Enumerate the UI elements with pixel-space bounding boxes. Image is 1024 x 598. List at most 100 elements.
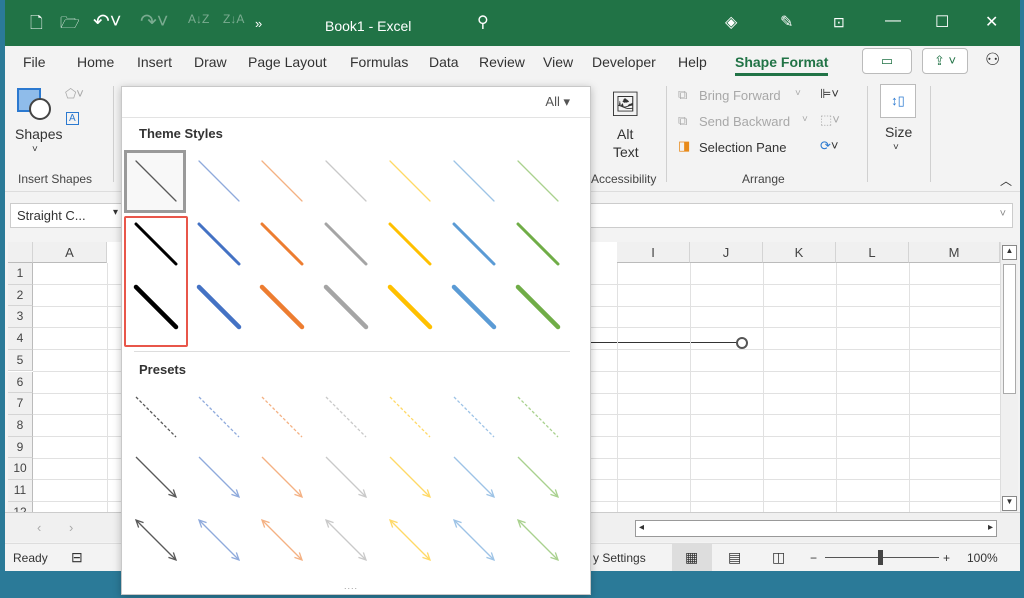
zoom-in-icon[interactable]: + xyxy=(943,551,950,565)
page-layout-view-icon[interactable]: ▤ xyxy=(728,549,741,566)
comments-button[interactable]: ▭ xyxy=(862,48,912,74)
size-button[interactable]: Size xyxy=(885,124,912,140)
new-icon[interactable]: 🗋 xyxy=(30,12,43,39)
accessibility-settings[interactable]: y Settings xyxy=(593,551,646,565)
column-header-j[interactable]: J xyxy=(690,242,763,263)
scroll-left-icon[interactable]: ◂ xyxy=(639,522,644,533)
collapse-ribbon-icon[interactable]: ︿ xyxy=(1000,172,1012,189)
scroll-down-icon[interactable]: ▼ xyxy=(1002,496,1017,511)
shapes-button[interactable]: Shapes xyxy=(15,126,62,142)
tab-draw[interactable]: Draw xyxy=(194,54,227,70)
open-icon[interactable]: 🗁 xyxy=(60,12,80,39)
preset-arrow-4[interactable] xyxy=(316,447,376,509)
row-header-3[interactable]: 3 xyxy=(8,306,33,329)
tab-home[interactable]: Home xyxy=(77,54,114,70)
theme-style-1-6[interactable] xyxy=(444,151,504,213)
more-icon[interactable]: » xyxy=(255,16,262,31)
row-header-12[interactable]: 12 xyxy=(8,501,33,512)
theme-style-2-3[interactable] xyxy=(252,214,312,276)
shape-handle[interactable] xyxy=(736,337,748,349)
row-header-2[interactable]: 2 xyxy=(8,284,33,307)
theme-style-1-5[interactable] xyxy=(380,151,440,213)
normal-view-button[interactable]: ▦ xyxy=(672,544,712,571)
text-box-icon[interactable]: A xyxy=(66,112,79,125)
diamond-icon[interactable]: ◈ xyxy=(725,12,737,32)
column-header-k[interactable]: K xyxy=(763,242,836,263)
coauthor-icon[interactable]: ⚇ xyxy=(985,50,1000,70)
preset-dashed-7[interactable] xyxy=(508,387,568,449)
preset-arrow-2[interactable] xyxy=(189,447,249,509)
vertical-scrollbar[interactable]: ▲ ▼ xyxy=(1000,242,1018,512)
theme-style-2-7[interactable] xyxy=(508,214,568,276)
column-header-i[interactable]: I xyxy=(617,242,690,263)
tab-developer[interactable]: Developer xyxy=(592,54,656,70)
scroll-right-icon[interactable]: ▸ xyxy=(988,522,993,533)
page-break-view-icon[interactable]: ◫ xyxy=(772,549,785,566)
horizontal-scrollbar[interactable]: ◂ ▸ xyxy=(635,520,997,537)
tab-shape-format[interactable]: Shape Format xyxy=(735,54,829,76)
row-header-1[interactable]: 1 xyxy=(8,263,33,285)
gallery-filter-dropdown[interactable]: All ▾ xyxy=(545,94,570,110)
straight-connector-shape[interactable] xyxy=(588,342,740,343)
bring-forward-button[interactable]: Bring Forward xyxy=(699,88,781,103)
macro-record-icon[interactable]: ⊟ xyxy=(71,549,83,566)
sort-az-icon[interactable]: A↓Z xyxy=(188,12,209,26)
preset-dashed-2[interactable] xyxy=(189,387,249,449)
preset-arrow-5[interactable] xyxy=(380,447,440,509)
row-header-4[interactable]: 4 xyxy=(8,328,33,350)
sort-za-icon[interactable]: Z↓A xyxy=(223,12,244,26)
tab-help[interactable]: Help xyxy=(678,54,707,70)
zoom-level[interactable]: 100% xyxy=(967,551,998,565)
expand-formula-icon[interactable]: ˅ xyxy=(1000,208,1006,220)
share-button[interactable]: ⇪ ˅ xyxy=(922,48,968,74)
maximize-icon[interactable]: ☐ xyxy=(935,12,949,32)
preset-dashed-3[interactable] xyxy=(252,387,312,449)
theme-style-2-4[interactable] xyxy=(316,214,376,276)
theme-style-2-2[interactable] xyxy=(189,214,249,276)
zoom-slider-thumb[interactable] xyxy=(878,550,883,565)
tab-review[interactable]: Review xyxy=(479,54,525,70)
preset-arrow-1[interactable] xyxy=(126,447,186,509)
tab-data[interactable]: Data xyxy=(429,54,459,70)
theme-style-2-5[interactable] xyxy=(380,214,440,276)
row-header-6[interactable]: 6 xyxy=(8,371,33,394)
theme-style-3-7[interactable] xyxy=(508,277,568,339)
preset-double-arrow-5[interactable] xyxy=(380,510,440,572)
theme-style-1-2[interactable] xyxy=(189,151,249,213)
send-backward-button[interactable]: Send Backward xyxy=(699,114,790,129)
theme-style-3-3[interactable] xyxy=(252,277,312,339)
theme-style-3-4[interactable] xyxy=(316,277,376,339)
align-icon[interactable]: ⊫˅ xyxy=(820,86,839,102)
preset-arrow-7[interactable] xyxy=(508,447,568,509)
selection-pane-button[interactable]: Selection Pane xyxy=(699,140,786,155)
tab-insert[interactable]: Insert xyxy=(137,54,172,70)
tab-page-layout[interactable]: Page Layout xyxy=(248,54,327,70)
search-icon[interactable]: ⚲ xyxy=(477,12,489,32)
zoom-out-icon[interactable]: − xyxy=(810,551,817,565)
preset-dashed-6[interactable] xyxy=(444,387,504,449)
preset-dashed-4[interactable] xyxy=(316,387,376,449)
redo-icon[interactable]: ↷˅ xyxy=(140,9,168,34)
preset-double-arrow-2[interactable] xyxy=(189,510,249,572)
pen-icon[interactable]: ✎ xyxy=(780,12,793,32)
select-all[interactable] xyxy=(8,242,33,263)
ribbon-display-icon[interactable]: ⊡ xyxy=(833,14,845,31)
column-header-l[interactable]: L xyxy=(836,242,909,263)
formula-bar[interactable]: ˅ xyxy=(590,203,1013,228)
prev-sheet-icon[interactable]: ‹ xyxy=(37,520,41,535)
row-header-10[interactable]: 10 xyxy=(8,458,33,480)
minimize-icon[interactable]: — xyxy=(885,12,901,30)
column-header-a[interactable]: A xyxy=(33,242,107,263)
theme-style-2-6[interactable] xyxy=(444,214,504,276)
next-sheet-icon[interactable]: › xyxy=(69,520,73,535)
preset-dashed-5[interactable] xyxy=(380,387,440,449)
name-box[interactable]: Straight C... ▾ xyxy=(10,203,123,228)
theme-style-2-1[interactable] xyxy=(126,214,186,276)
column-header-m[interactable]: M xyxy=(909,242,1000,263)
undo-icon[interactable]: ↶˅ xyxy=(93,9,121,34)
resize-gripper[interactable]: .... xyxy=(344,581,358,591)
alt-text-button[interactable]: Alt xyxy=(617,126,633,142)
theme-style-3-1[interactable] xyxy=(126,277,186,339)
preset-double-arrow-7[interactable] xyxy=(508,510,568,572)
scroll-up-icon[interactable]: ▲ xyxy=(1002,245,1017,260)
